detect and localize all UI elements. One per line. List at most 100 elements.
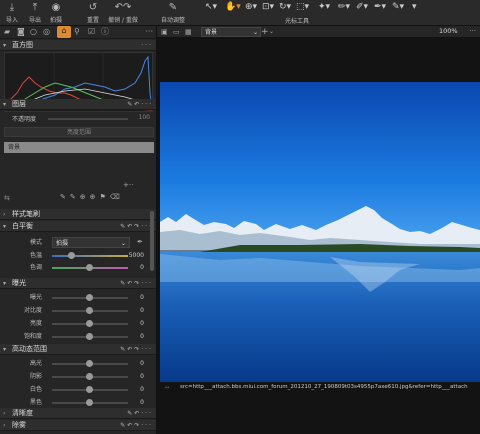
eraser-tool-icon[interactable]: ✐▾ xyxy=(356,1,368,13)
capture-button[interactable]: ◉ 拍摄 xyxy=(46,0,66,26)
exposure-row: 曝光 0 xyxy=(29,294,144,301)
lens-icon[interactable]: ◎ xyxy=(43,27,50,37)
chevron-down-icon: ⌄ xyxy=(120,240,126,247)
grid-view-icon[interactable]: ▦ xyxy=(185,27,192,37)
more-tools-icon[interactable]: ▾ xyxy=(412,1,417,13)
chevron-right-icon: › xyxy=(3,422,6,429)
layer-tools-icons[interactable]: ✎✎⊕⊕⚑⌫ xyxy=(60,193,124,201)
chevron-down-icon: ⌄ xyxy=(252,29,258,36)
highlights-row: 高光 0 xyxy=(29,360,144,367)
import-button[interactable]: ⤓ 导入 xyxy=(2,0,22,26)
slider-knob[interactable] xyxy=(86,386,93,393)
check-icon[interactable]: ☑ xyxy=(88,27,95,37)
slider-knob[interactable] xyxy=(86,294,93,301)
zoom-level[interactable]: 100% xyxy=(439,27,458,35)
info-icon[interactable]: ⓘ xyxy=(101,27,109,37)
picker-tool-icon[interactable]: ✒▾ xyxy=(374,1,386,13)
tint-slider-knob[interactable] xyxy=(86,264,93,271)
import-icon: ⤓ xyxy=(9,2,15,13)
undo-redo-button[interactable]: ↶↷ 撤销 / 重做 xyxy=(106,0,140,26)
blacks-row: 黑色 0 xyxy=(29,399,144,406)
export-button[interactable]: ⤒ 导出 xyxy=(24,0,46,26)
folder-icon[interactable]: ▰ xyxy=(4,27,10,37)
luma-range-button[interactable]: 亮度范围 xyxy=(4,127,154,137)
undo-redo-icon: ↶↷ xyxy=(114,2,132,13)
more-icon[interactable]: ··· xyxy=(145,27,153,37)
section-actions-icon[interactable]: ✎↶↷··· xyxy=(120,278,153,289)
reset-icon: ↺ xyxy=(88,2,98,13)
layers-header[interactable]: ▾ 图层 ✎↶··· xyxy=(0,99,156,110)
more-icon[interactable]: ··· xyxy=(141,40,153,51)
reset-button[interactable]: ↺ 重置 xyxy=(84,0,102,26)
add-layer-icon[interactable]: + xyxy=(261,27,269,37)
auto-adjust-icon: ✎ xyxy=(168,2,178,13)
panel-scrollbar[interactable] xyxy=(150,211,154,271)
tool-tabs: ▰ ◙ ○ ◎ ⌂ ⚲ ☑ ⓘ ··· xyxy=(0,26,156,39)
chevron-down-icon: ▾ xyxy=(3,346,7,353)
saturation-row: 饱和度 0 xyxy=(23,333,144,340)
layer-select[interactable]: 背景 ⌄ xyxy=(201,27,261,37)
hdr-header[interactable]: ▾ 高动态范围 ✎↶↷··· xyxy=(0,344,156,355)
white-balance-header[interactable]: ▾ 白平衡 ✎↶↷··· xyxy=(0,221,156,232)
section-actions-icon[interactable]: ✎↶··· xyxy=(127,99,153,110)
camera-tab-icon[interactable]: ◙ xyxy=(17,27,25,37)
spot-tool-icon[interactable]: ✦▾ xyxy=(318,1,330,13)
section-actions-icon[interactable]: ✎↶↷··· xyxy=(120,420,153,431)
chevron-right-icon: › xyxy=(3,211,6,218)
slider-knob[interactable] xyxy=(86,373,93,380)
section-actions-icon[interactable]: ✎↶↷··· xyxy=(120,221,153,232)
layer-settings-icon[interactable]: ⇆ xyxy=(4,194,10,202)
section-actions-icon[interactable]: ✎↶··· xyxy=(127,408,153,419)
circle-icon[interactable]: ○ xyxy=(30,27,37,37)
slider-knob[interactable] xyxy=(86,307,93,314)
temperature-slider[interactable] xyxy=(52,255,128,257)
filmstrip-arrow-icon[interactable]: ↔ xyxy=(165,385,169,391)
brush-tool-icon[interactable]: ✏▾ xyxy=(338,1,350,13)
opacity-slider[interactable] xyxy=(48,118,128,120)
tool-panel: ▰ ◙ ○ ◎ ⌂ ⚲ ☑ ⓘ ··· ▾ 直方图 ··· ▾ 图层 ✎↶···… xyxy=(0,26,157,434)
zoom-tool-icon[interactable]: ⊕▾ xyxy=(245,1,257,13)
chevron-down-icon: ▾ xyxy=(3,280,7,287)
exposure-header[interactable]: ▾ 曝光 ✎↶↷··· xyxy=(0,278,156,289)
pointer-tool-icon[interactable]: ↖▾ xyxy=(205,1,217,13)
photo-canvas[interactable] xyxy=(160,82,480,382)
chevron-down-icon[interactable]: ⌄ xyxy=(269,27,274,37)
compare-view-icon[interactable]: ▭ xyxy=(173,27,180,37)
brightness-row: 亮度 0 xyxy=(29,320,144,327)
auto-adjust-button[interactable]: ✎ 自动调整 xyxy=(158,0,188,26)
add-layer-icon[interactable]: +·· xyxy=(123,181,133,189)
section-actions-icon[interactable]: ✎↶↷··· xyxy=(120,344,153,355)
dehaze-header[interactable]: › 除雾 ✎↶↷··· xyxy=(0,420,156,431)
keystone-tool-icon[interactable]: ⬚▾ xyxy=(296,1,309,13)
wb-mode-select[interactable]: 拍摄 ⌄ xyxy=(52,237,130,248)
clarity-header[interactable]: › 清晰度 ✎↶··· xyxy=(0,408,156,419)
rotate-tool-icon[interactable]: ↻▾ xyxy=(279,1,291,13)
single-view-icon[interactable]: ▣ xyxy=(161,27,168,37)
landscape-photo xyxy=(160,82,480,382)
camera-icon: ◉ xyxy=(51,2,61,13)
chevron-down-icon: ▾ xyxy=(3,223,7,230)
temperature-slider-knob[interactable] xyxy=(68,252,75,259)
image-filename: src=http___attach.bbs.miui.com_forum_201… xyxy=(180,384,468,390)
slider-knob[interactable] xyxy=(86,320,93,327)
pan-hand-tool-icon[interactable]: ✋▾ xyxy=(225,1,241,13)
style-brush-header[interactable]: › 样式笔刷 xyxy=(0,209,156,220)
wb-temp-row: 色温 5000 xyxy=(29,252,144,259)
contrast-row: 对比度 0 xyxy=(23,307,144,314)
more-icon[interactable]: ··· xyxy=(469,26,476,36)
wb-tint-row: 色调 0 xyxy=(29,264,144,271)
eyedropper-icon[interactable]: ✒ xyxy=(137,237,143,248)
opacity-row: 不透明度 100 xyxy=(12,114,150,123)
annotate-tool-icon[interactable]: ✎▾ xyxy=(392,1,404,13)
adjust-tab-icon[interactable]: ⌂ xyxy=(57,26,71,38)
crop-tool-icon[interactable]: ⊡▾ xyxy=(262,1,274,13)
search-icon[interactable]: ⚲ xyxy=(74,27,80,37)
histogram-header[interactable]: ▾ 直方图 ··· xyxy=(0,40,156,51)
slider-knob[interactable] xyxy=(86,360,93,367)
wb-mode-row: 模式 拍摄 ⌄ ✒ xyxy=(29,237,143,248)
slider-knob[interactable] xyxy=(86,333,93,340)
chevron-down-icon: ▾ xyxy=(3,42,7,49)
slider-knob[interactable] xyxy=(86,399,93,406)
layer-item-background[interactable]: 背景 xyxy=(4,142,154,153)
export-icon: ⤒ xyxy=(32,2,38,13)
